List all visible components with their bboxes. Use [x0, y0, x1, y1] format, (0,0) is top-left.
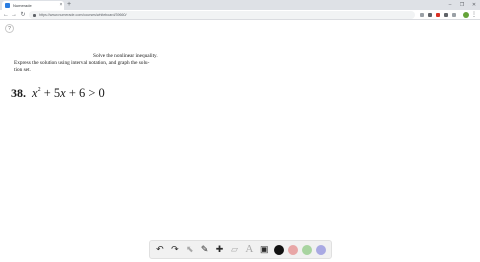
drawing-toolbar: ↶ ↷ ⬉ ✎ ✚ ▱ A ▣	[149, 240, 332, 259]
inequality-expression: x2 + 5x + 6 > 0	[32, 86, 105, 101]
text-tool-icon[interactable]: A	[242, 242, 256, 258]
tab-title: Numerade	[13, 3, 32, 8]
eraser-icon[interactable]: ▱	[228, 242, 242, 258]
back-button[interactable]: ←	[2, 11, 10, 19]
close-window-button[interactable]: ✕	[468, 1, 480, 9]
maximize-button[interactable]: ❐	[456, 1, 468, 9]
new-tab-button[interactable]: +	[66, 1, 72, 9]
address-bar[interactable]: https://www.numerade.com/courses/whitebo…	[29, 11, 415, 19]
color-swatch-black[interactable]	[274, 244, 285, 255]
redo-icon[interactable]: ↷	[168, 242, 182, 258]
reload-button[interactable]: ↻	[19, 11, 27, 19]
color-swatch-green[interactable]	[302, 244, 313, 255]
pointer-icon[interactable]: ⬉	[183, 242, 197, 258]
instruction-line: Express the solution using interval nota…	[14, 60, 150, 66]
tab-bar: Numerade × + – ❐ ✕	[0, 0, 480, 10]
problem-number: 38.	[11, 86, 26, 100]
add-icon[interactable]: ✚	[213, 242, 227, 258]
browser-tab[interactable]: Numerade ×	[2, 1, 64, 10]
menu-icon[interactable]: ⋮	[471, 11, 477, 19]
browser-toolbar: ← → ↻ https://www.numerade.com/courses/w…	[0, 10, 480, 20]
color-swatch-purple[interactable]	[316, 244, 326, 255]
lock-icon	[33, 13, 36, 17]
extension-icon[interactable]	[452, 13, 456, 17]
term: + 5	[40, 86, 61, 100]
tab-close-icon[interactable]: ×	[58, 3, 64, 8]
url-text: https://www.numerade.com/courses/whitebo…	[39, 13, 127, 17]
color-swatch-pink[interactable]	[288, 244, 299, 255]
page-viewport: ?	[0, 21, 480, 262]
undo-icon[interactable]: ↶	[153, 242, 167, 258]
image-icon[interactable]: ▣	[257, 242, 271, 258]
profile-avatar[interactable]	[463, 12, 469, 18]
term: + 6 > 0	[65, 86, 105, 100]
instruction-line: tion set.	[14, 67, 31, 73]
minimize-button[interactable]: –	[444, 1, 456, 9]
instruction-line: Solve the nonlinear inequality.	[93, 53, 158, 59]
help-button[interactable]: ?	[5, 24, 14, 33]
extension-icon[interactable]	[436, 13, 440, 17]
favicon-icon	[5, 3, 10, 8]
extension-icon[interactable]	[444, 13, 448, 17]
forward-button[interactable]: →	[10, 11, 18, 19]
extension-icon[interactable]	[420, 13, 424, 17]
pen-icon[interactable]: ✎	[198, 242, 212, 258]
extension-icon[interactable]	[428, 13, 432, 17]
